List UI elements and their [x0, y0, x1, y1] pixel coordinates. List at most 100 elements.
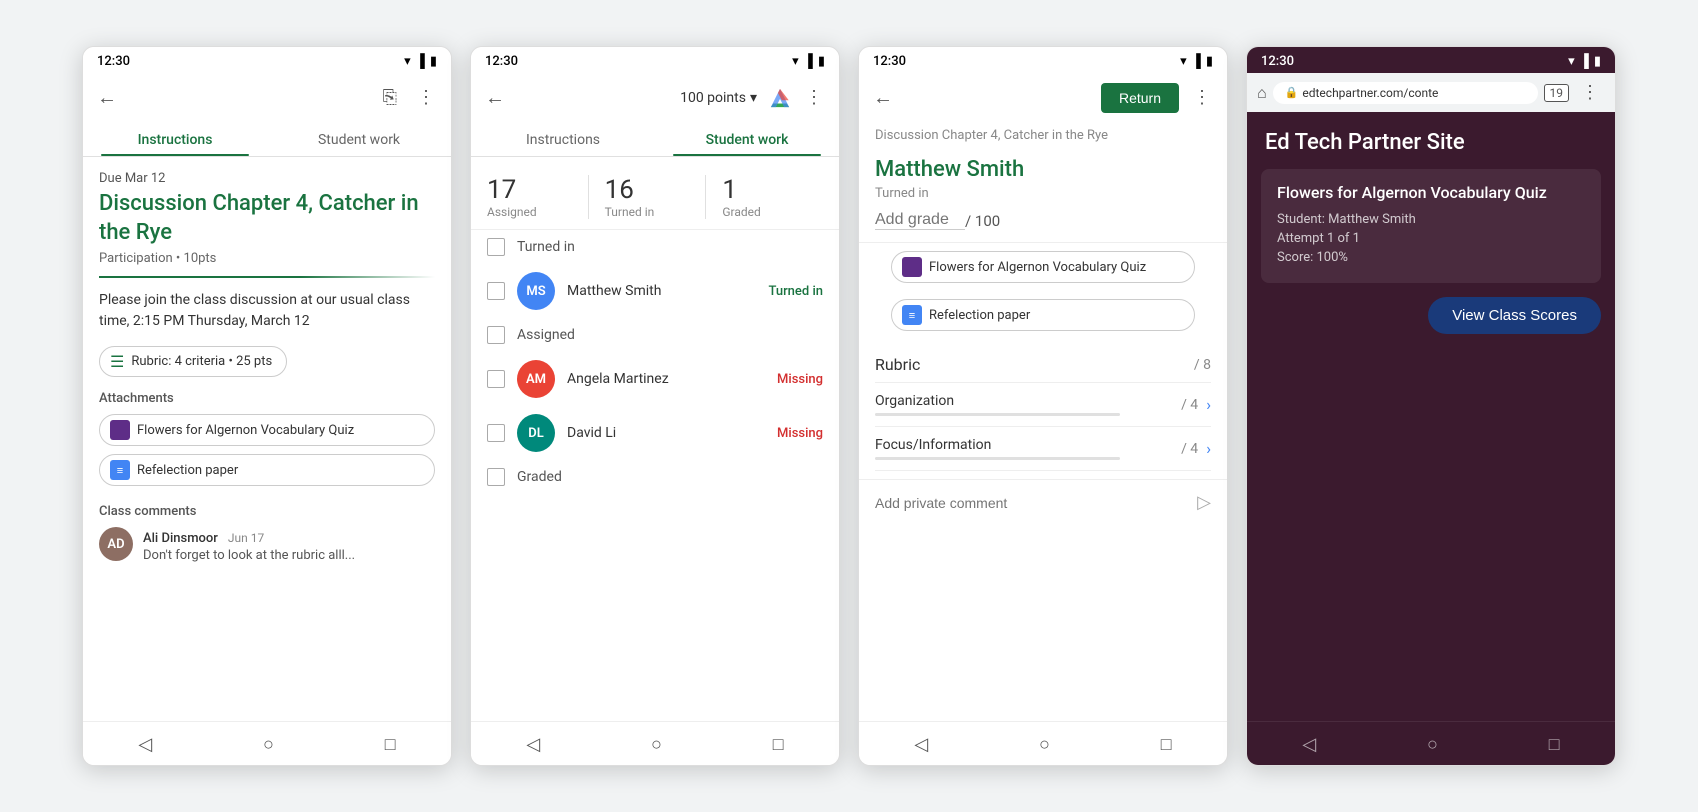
signal-icon-2: ▐ [804, 53, 813, 69]
student-status-matthew: Turned in [768, 284, 823, 299]
attachment1-label-3: Flowers for Algernon Vocabulary Quiz [929, 260, 1146, 275]
battery-icon-3: ▮ [1206, 54, 1213, 69]
back-button-1[interactable]: ← [93, 81, 121, 114]
avatar-matthew: MS [517, 272, 555, 310]
description-text: Please join the class discussion at our … [83, 290, 451, 346]
status-time-4: 12:30 [1261, 54, 1294, 69]
checkbox-david[interactable] [487, 424, 505, 442]
attachment-row-3: Flowers for Algernon Vocabulary Quiz ≡ R… [859, 243, 1227, 343]
avatar-angela: AM [517, 360, 555, 398]
comment-content: Ali Dinsmoor Jun 17 Don't forget to look… [143, 527, 435, 563]
criterion-org-chevron[interactable]: › [1206, 395, 1211, 414]
status-bar-3: 12:30 ▾ ▐ ▮ [859, 47, 1227, 73]
status-time-1: 12:30 [97, 54, 130, 69]
view-class-scores-button[interactable]: View Class Scores [1428, 297, 1601, 334]
quiz-card: Flowers for Algernon Vocabulary Quiz Stu… [1261, 169, 1601, 283]
attachment-chip-2[interactable]: ≡ Refelection paper [99, 454, 435, 486]
nav-bar-4: ◁ ○ □ [1247, 721, 1615, 765]
attachment-chip-3-2[interactable]: ≡ Refelection paper [891, 299, 1195, 331]
comment-row: AD Ali Dinsmoor Jun 17 Don't forget to l… [83, 527, 451, 571]
criterion-org-bar [875, 413, 1120, 416]
nav-back-icon-4[interactable]: ◁ [1288, 730, 1330, 759]
share-icon[interactable]: ⎘ [377, 83, 403, 112]
rubric-criterion-org[interactable]: Organization / 4 › [875, 383, 1211, 427]
more-icon-3[interactable]: ⋮ [1187, 83, 1217, 112]
attachment2-label-3: Refelection paper [929, 308, 1030, 323]
screen1-content: Due Mar 12 Discussion Chapter 4, Catcher… [83, 157, 451, 721]
turned-in-label: Turned in [859, 186, 1227, 205]
send-icon[interactable]: ▷ [1197, 492, 1211, 513]
tab-student-work-1[interactable]: Student work [267, 122, 451, 156]
status-icons-2: ▾ ▐ ▮ [792, 53, 825, 69]
more-icon-1[interactable]: ⋮ [411, 83, 441, 112]
student-name-matthew: Matthew Smith [567, 283, 756, 299]
phone-screen-2: 12:30 ▾ ▐ ▮ ← 100 points ▾ ⋮ Instruction… [470, 46, 840, 766]
add-comment-row: ▷ [859, 479, 1227, 525]
checkbox-graded-header[interactable] [487, 468, 505, 486]
nav-bar-2: ◁ ○ □ [471, 721, 839, 765]
student-row-david[interactable]: DL David Li Missing [471, 406, 839, 460]
wifi-icon-3: ▾ [1180, 54, 1187, 69]
back-button-2[interactable]: ← [481, 81, 509, 114]
criterion-focus-chevron[interactable]: › [1206, 439, 1211, 458]
nav-back-icon-1[interactable]: ◁ [124, 730, 166, 759]
return-button[interactable]: Return [1101, 83, 1179, 113]
attachment-chip-1[interactable]: Flowers for Algernon Vocabulary Quiz [99, 414, 435, 446]
tab-student-work-2[interactable]: Student work [655, 122, 839, 156]
stat-graded-num: 1 [722, 175, 737, 205]
browser-url-box[interactable]: 🔒 edtechpartner.com/conte [1273, 82, 1538, 104]
student-status-david: Missing [777, 426, 823, 441]
criterion-focus-score: / 4 › [1181, 439, 1211, 458]
nav-home-icon-4[interactable]: ○ [1413, 730, 1452, 759]
checkbox-angela[interactable] [487, 370, 505, 388]
checkbox-turned-in-header[interactable] [487, 238, 505, 256]
more-icon-4[interactable]: ⋮ [1575, 78, 1605, 107]
status-icons-3: ▾ ▐ ▮ [1180, 53, 1213, 69]
criterion-org-name: Organization [875, 393, 1181, 409]
green-divider [99, 276, 435, 278]
nav-home-icon-2[interactable]: ○ [637, 730, 676, 759]
nav-bar-3: ◁ ○ □ [859, 721, 1227, 765]
rubric-icon: ☰ [110, 352, 124, 371]
top-bar-2: ← 100 points ▾ ⋮ [471, 73, 839, 122]
stat-graded: 1 Graded [705, 175, 823, 219]
add-comment-input[interactable] [875, 495, 1197, 511]
nav-recent-icon-3[interactable]: □ [1147, 730, 1186, 759]
points-chip[interactable]: 100 points ▾ [676, 90, 761, 106]
nav-home-icon-1[interactable]: ○ [249, 730, 288, 759]
tab-instructions-2[interactable]: Instructions [471, 122, 655, 156]
nav-home-icon-3[interactable]: ○ [1025, 730, 1064, 759]
nav-recent-icon-1[interactable]: □ [371, 730, 410, 759]
grade-input[interactable] [875, 211, 965, 230]
tab-count[interactable]: 19 [1544, 84, 1570, 102]
student-name-david: David Li [567, 425, 765, 441]
student-status-angela: Missing [777, 372, 823, 387]
stat-turned-label: Turned in [605, 205, 655, 219]
dark-content: Ed Tech Partner Site Flowers for Algerno… [1247, 112, 1615, 721]
more-icon-2[interactable]: ⋮ [799, 83, 829, 112]
attachment-chip-3-1[interactable]: Flowers for Algernon Vocabulary Quiz [891, 251, 1195, 283]
score-label: Score: 100% [1277, 250, 1585, 265]
stat-turned: 16 Turned in [588, 175, 706, 219]
nav-back-icon-3[interactable]: ◁ [900, 730, 942, 759]
rubric-criterion-focus[interactable]: Focus/Information / 4 › [875, 427, 1211, 471]
attempt-label: Attempt 1 of 1 [1277, 231, 1585, 246]
browser-home-icon[interactable]: ⌂ [1257, 83, 1267, 103]
stat-assigned-label: Assigned [487, 205, 537, 219]
nav-recent-icon-2[interactable]: □ [759, 730, 798, 759]
section-assigned-label: Assigned [517, 327, 575, 343]
wifi-icon: ▾ [404, 54, 411, 69]
back-button-3[interactable]: ← [869, 81, 897, 114]
student-row-angela[interactable]: AM Angela Martinez Missing [471, 352, 839, 406]
student-row-matthew[interactable]: MS Matthew Smith Turned in [471, 264, 839, 318]
section-turned-in-label: Turned in [517, 239, 575, 255]
nav-recent-icon-4[interactable]: □ [1535, 730, 1574, 759]
nav-back-icon-2[interactable]: ◁ [512, 730, 554, 759]
reflection-icon-3: ≡ [902, 305, 922, 325]
section-graded-label: Graded [517, 469, 562, 485]
tab-instructions-1[interactable]: Instructions [83, 122, 267, 156]
checkbox-assigned-header[interactable] [487, 326, 505, 344]
rubric-chip[interactable]: ☰ Rubric: 4 criteria • 25 pts [99, 346, 287, 377]
criterion-org-of: / 4 [1181, 397, 1198, 413]
checkbox-matthew[interactable] [487, 282, 505, 300]
